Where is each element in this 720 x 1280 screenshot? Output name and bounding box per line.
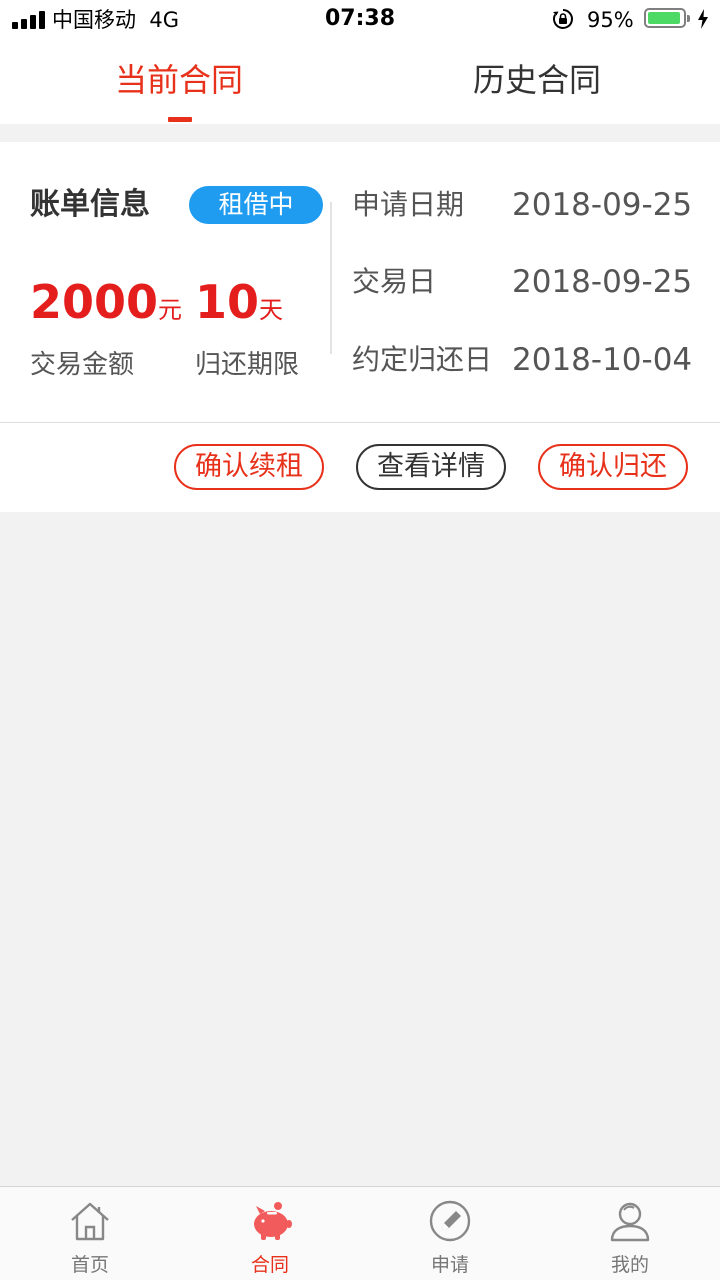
term-label: 归还期限 — [195, 350, 300, 380]
nav-item-apply[interactable]: 申请 — [360, 1187, 540, 1280]
active-tab-indicator — [168, 117, 192, 122]
nav-label-home: 首页 — [70, 1254, 109, 1276]
nav-item-home[interactable]: 首页 — [0, 1187, 180, 1280]
term-value: 10 — [195, 275, 260, 329]
vertical-divider — [330, 202, 332, 354]
amount-value: 2000 — [30, 275, 159, 329]
tab-history-contracts[interactable]: 历史合同 — [473, 58, 601, 102]
battery-percentage: 95% — [587, 8, 634, 32]
battery-icon — [644, 8, 686, 28]
pencil-circle-icon — [429, 1200, 471, 1242]
status-badge: 租借中 — [189, 186, 323, 224]
apply-date-value: 2018-09-25 — [512, 187, 693, 223]
battery-fill — [648, 12, 680, 24]
battery-tip — [687, 15, 690, 22]
confirm-renew-button[interactable]: 确认续租 — [174, 444, 324, 490]
nav-label-contract: 合同 — [250, 1254, 289, 1276]
trade-date-value: 2018-09-25 — [512, 264, 693, 300]
due-date-value: 2018-10-04 — [512, 342, 693, 378]
apply-date-label: 申请日期 — [352, 188, 465, 221]
nav-item-contract[interactable]: 合同 — [180, 1187, 360, 1280]
nav-label-apply: 申请 — [430, 1254, 469, 1276]
home-icon — [71, 1202, 109, 1241]
app-screen: 中国移动 4G 07:38 95% 当前合同 历史合同 账单信息 租借中 200… — [0, 0, 720, 1280]
amount-label: 交易金额 — [30, 350, 135, 380]
charging-bolt-icon — [698, 9, 708, 29]
piggy-bank-icon — [254, 1202, 292, 1240]
nav-label-mine: 我的 — [610, 1254, 649, 1276]
trade-date-label: 交易日 — [352, 265, 437, 298]
confirm-return-button[interactable]: 确认归还 — [538, 444, 688, 490]
rotation-lock-icon — [553, 9, 573, 29]
due-date-label: 约定归还日 — [352, 343, 493, 376]
view-details-button[interactable]: 查看详情 — [356, 444, 506, 490]
bill-info-title: 账单信息 — [30, 187, 150, 222]
return-term: 10天 — [195, 274, 283, 338]
user-icon — [610, 1202, 650, 1242]
tab-current-contracts[interactable]: 当前合同 — [115, 58, 243, 102]
contract-tabs: 当前合同 历史合同 — [0, 40, 720, 124]
nav-item-mine[interactable]: 我的 — [540, 1187, 720, 1280]
contract-card: 账单信息 租借中 2000元 10天 交易金额 归还期限 申请日期 2018-0… — [0, 142, 720, 512]
bottom-navigation: 首页 合同 申请 我的 — [0, 1186, 720, 1280]
horizontal-divider — [0, 422, 720, 423]
term-unit: 天 — [259, 296, 284, 324]
amount-unit: 元 — [158, 296, 183, 324]
transaction-amount: 2000元 — [30, 274, 182, 338]
status-bar: 中国移动 4G 07:38 95% — [0, 0, 720, 40]
